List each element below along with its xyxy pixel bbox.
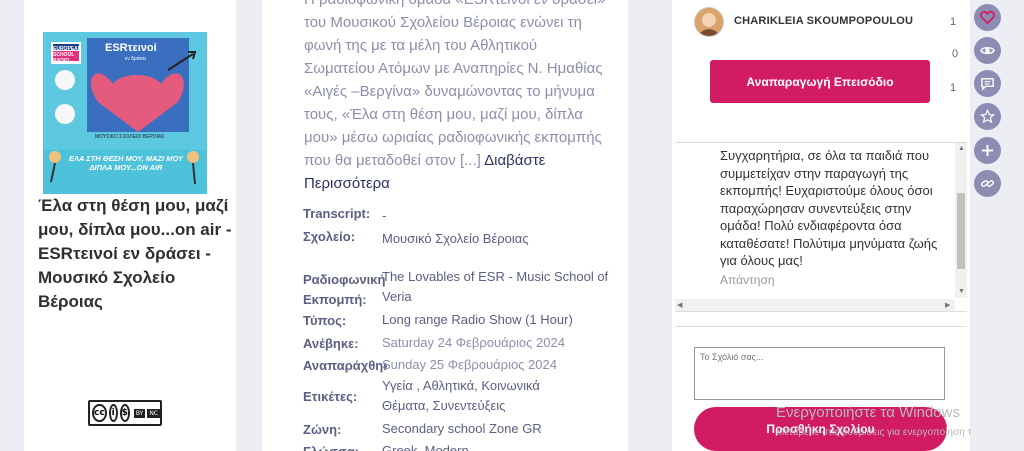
podcast-cover-image[interactable]: EUROPEAN SCHOOL RADIO ESRτεινοί εν δράσε… [43,32,207,194]
divider [675,326,967,327]
comments-panel: CHARIKLEIA SKOUMPOPOULOU 1 0 1 Αναπαραγω… [672,0,970,451]
meta-value: Greek, Modern [382,443,469,451]
heart-icon[interactable] [974,4,1001,31]
cover-logo-sub: εν δράσει [125,56,147,62]
action-rail [970,0,1004,451]
meta-key: Ζώνη: [303,422,342,437]
star-icon[interactable] [974,103,1001,130]
by-icon: i [108,404,118,422]
meta-key: Τύπος: [303,313,347,328]
scroll-down-icon[interactable]: ▼ [958,288,965,295]
license-by: BY [133,408,146,418]
meta-value: - [382,208,387,223]
scroll-left-icon[interactable]: ◀ [677,301,682,309]
comment-list[interactable]: Συγχαρητήρια, σε όλα τα παιδιά που συμμε… [675,142,967,312]
episode-details: Η ραδιοφωνική ομάδα «ESRτεινοί εν δράσει… [262,0,628,451]
meta-value: Sunday 25 Φεβρουάριος 2024 [382,357,557,372]
cc-icon: cc [92,404,107,422]
meta-value: Saturday 24 Φεβρουάριος 2024 [382,335,565,350]
cover-logo: ESRτεινοί [105,42,157,54]
meta-key: Σχολείο: [303,229,356,244]
meta-value[interactable]: Long range Radio Show (1 Hour) [382,310,612,330]
views-count: 0 [952,48,959,60]
cover-badge: EUROPEAN SCHOOL RADIO [53,46,82,64]
cover-caption: ΕΛΑ ΣΤΗ ΘΕΣΗ ΜΟΥ, ΜΑΖΙ ΜΟΥ ΔΙΠΛΑ ΜΟΥ...O… [69,154,183,172]
meta-key: Ραδιοφωνική Εκπομπή: [303,272,386,307]
eye-icon[interactable] [974,37,1001,64]
meta-key: Ανέβηκε: [303,336,359,351]
avatar [694,7,724,37]
likes-count: 1 [950,16,957,28]
play-episode-button[interactable]: Αναπαραγωγή Επεισόδιο [710,60,930,103]
scroll-right-icon[interactable]: ▶ [945,301,950,309]
windows-activation-subtitle: Μεταβείτε στις ρυθμίσεις για ενεργοποίησ… [776,427,972,438]
comments-count: 1 [950,82,957,94]
meta-value[interactable]: Secondary school Zone GR [382,419,612,439]
description-ellipsis: [...] [459,152,481,169]
link-icon[interactable] [974,170,1001,197]
creative-commons-badge[interactable]: cc i $ BY NC [88,400,162,426]
scroll-thumb[interactable] [957,193,965,269]
windows-activation-title: Ενεργοποιήστε τα Windows [776,404,960,421]
comment-text: Συγχαρητήρια, σε όλα τα παιδιά που συμμε… [720,148,938,268]
episode-description: Η ραδιοφωνική ομάδα «ESRτεινοί εν δράσει… [304,0,609,195]
scroll-up-icon[interactable]: ▲ [958,145,965,152]
description-text: Η ραδιοφωνική ομάδα «ESRτεινοί εν δράσει… [304,0,605,169]
plus-icon[interactable] [974,137,1001,164]
podcast-title: Έλα στη θέση μου, μαζί μου, δίπλα μου...… [38,196,232,311]
license-nc: NC [147,408,160,418]
meta-key: Αναπαράχθηκε: [303,358,387,373]
meta-key: Ετικέτες: [303,389,358,404]
meta-key: Γλώσσα: [303,444,359,451]
meta-value[interactable]: Μουσικό Σχολείο Βέροιας [382,229,612,249]
nc-icon: $ [119,404,130,422]
horizontal-scrollbar[interactable]: ◀ ▶ [675,299,955,311]
cover-school: ΜΟΥΣΙΚΟ ΣΧΟΛΕΙΟ ΒΕΡΟΙΑΣ [95,134,165,140]
vertical-scrollbar[interactable]: ▲ ▼ [955,143,967,298]
podcast-sidebar: EUROPEAN SCHOOL RADIO ESRτεινοί εν δράσε… [24,0,236,451]
meta-value[interactable]: The Lovables of ESR - Music School of Ve… [382,267,612,307]
meta-key: Transcript: [303,206,371,221]
comment-icon[interactable] [974,70,1001,97]
comment-input[interactable] [694,347,945,400]
reply-link[interactable]: Απάντηση [720,273,775,287]
meta-value[interactable]: Υγεία , Αθλητικά, Κοινωνικά Θέματα, Συνε… [382,376,582,416]
comment-author[interactable]: CHARIKLEIA SKOUMPOPOULOU [734,15,913,27]
